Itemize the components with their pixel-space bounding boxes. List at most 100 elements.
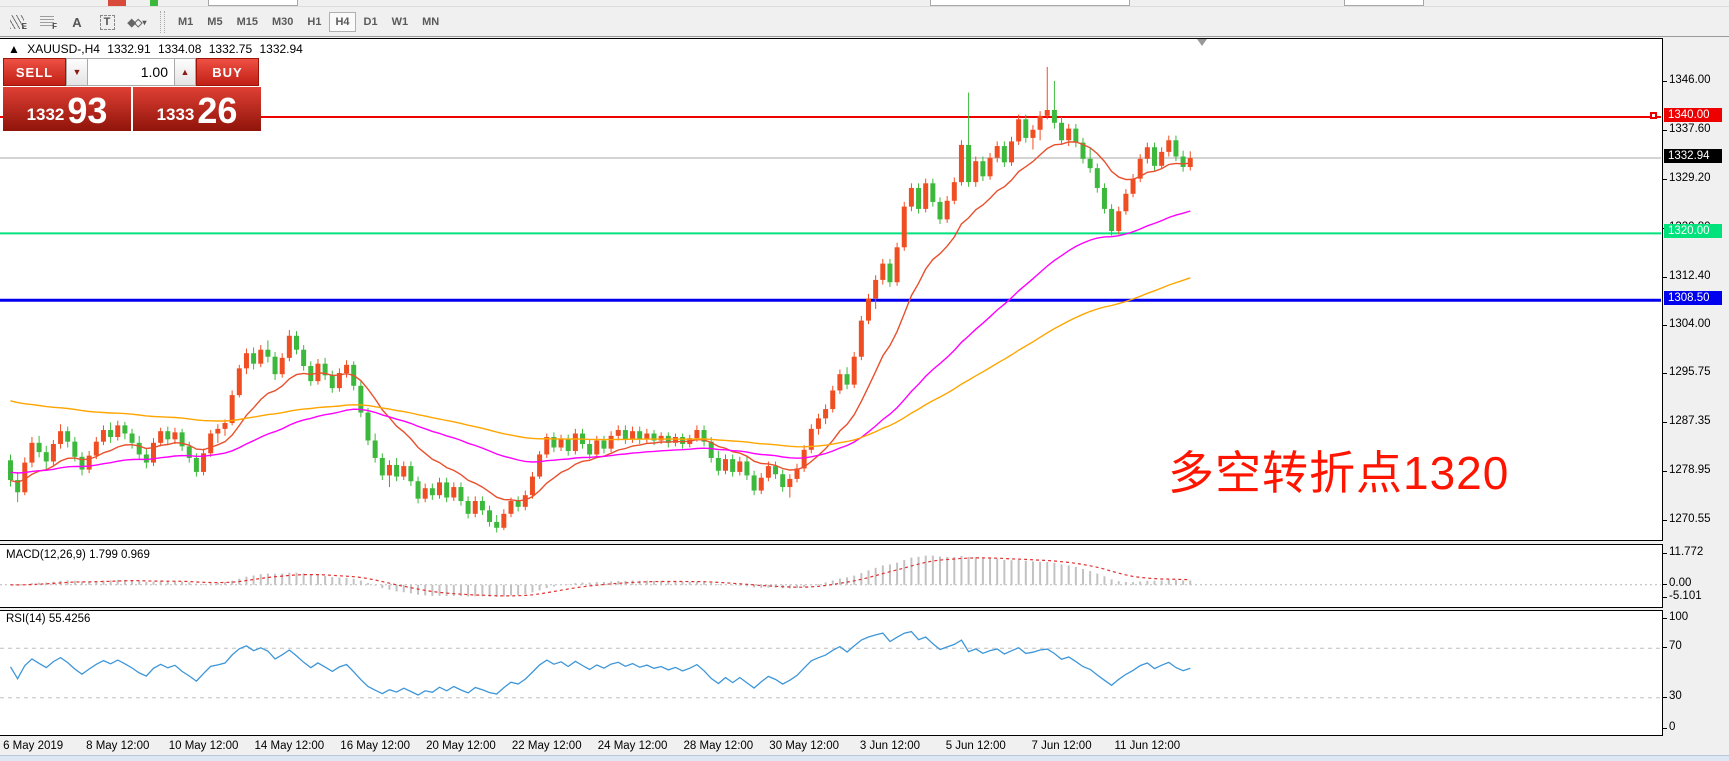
axis-tickmark	[1663, 520, 1667, 521]
volume-input[interactable]	[88, 58, 174, 86]
timeframe-bar: M1M5M15M30H1H4D1W1MN	[171, 12, 446, 32]
toolbar-box-sliver	[1344, 0, 1424, 6]
price-tag-1340.00: 1340.00	[1664, 108, 1722, 122]
axis-tickmark	[1663, 728, 1667, 729]
drawing-toolbar: E F A T ◆◇▾ M1M5M15M30H1H4D1W1MN	[0, 8, 1729, 37]
sell-chip-sliver	[150, 0, 158, 6]
rsi-pane[interactable]	[0, 610, 1663, 736]
rsi-tick-70: 70	[1669, 640, 1682, 652]
axis-tickmark	[1663, 373, 1667, 374]
open-value: 1332.91	[107, 42, 150, 56]
axis-tickmark	[1663, 130, 1667, 131]
arrows-icon[interactable]: ◆◇▾	[124, 11, 150, 33]
time-label-20-May-12-00: 20 May 12:00	[426, 740, 496, 752]
text-label-icon[interactable]: T	[94, 11, 120, 33]
price-tick-1312.40: 1312.40	[1669, 270, 1711, 282]
sell-price-big: 93	[67, 94, 107, 128]
bottom-strip	[0, 755, 1729, 761]
buy-chip-sliver	[108, 0, 126, 6]
axis-tickmark	[1663, 325, 1667, 326]
price-tick-1287.35: 1287.35	[1669, 415, 1711, 427]
macd-label: MACD(12,26,9) 1.799 0.969	[6, 549, 150, 561]
upper-toolbar-sliver	[0, 0, 1729, 7]
sell-price-display[interactable]: 1332 93	[3, 87, 133, 131]
macd-tick--5.101: -5.101	[1669, 590, 1702, 602]
rsi-tick-100: 100	[1669, 611, 1688, 623]
macd-tick-11.772: 11.772	[1669, 546, 1703, 558]
toolbar-separator	[160, 11, 165, 33]
time-label-11-Jun-12-00: 11 Jun 12:00	[1115, 740, 1181, 752]
timeframe-button-W1[interactable]: W1	[386, 12, 415, 32]
low-value: 1332.75	[209, 42, 252, 56]
rsi-label: RSI(14) 55.4256	[6, 613, 90, 625]
price-tick-1278.95: 1278.95	[1669, 464, 1711, 476]
time-label-28-May-12-00: 28 May 12:00	[684, 740, 754, 752]
current-price-tag: 1332.94	[1664, 149, 1722, 163]
time-label-3-Jun-12-00: 3 Jun 12:00	[860, 740, 920, 752]
price-tick-1329.20: 1329.20	[1669, 172, 1711, 184]
timeframe-button-M1[interactable]: M1	[172, 12, 199, 32]
axis-tickmark	[1663, 697, 1667, 698]
axis-tickmark	[1663, 597, 1667, 598]
time-label-6-May-2019: 6 May 2019	[3, 740, 63, 752]
time-axis[interactable]: 6 May 2019 8 May 12:00 10 May 12:00 14 May …	[0, 737, 1663, 755]
timeframe-button-D1[interactable]: D1	[358, 12, 384, 32]
chart-annotation-text: 多空转折点1320	[1168, 437, 1509, 503]
time-label-30-May-12-00: 30 May 12:00	[769, 740, 839, 752]
timeframe-button-M5[interactable]: M5	[201, 12, 228, 32]
sell-price-small: 1332	[27, 105, 65, 125]
macd-canvas[interactable]	[0, 545, 1661, 607]
axis-tickmark	[1663, 81, 1667, 82]
volume-increase-button[interactable]: ▲	[174, 58, 196, 86]
price-tick-1295.75: 1295.75	[1669, 366, 1711, 378]
volume-decrease-button[interactable]: ▼	[66, 58, 88, 86]
chart-ohlc-header: ▲ XAUUSD-,H4 1332.91 1334.08 1332.75 133…	[8, 42, 307, 56]
rsi-tick-30: 30	[1669, 690, 1682, 702]
axis-tickmark	[1663, 553, 1667, 554]
time-label-5-Jun-12-00: 5 Jun 12:00	[946, 740, 1006, 752]
high-value: 1334.08	[158, 42, 201, 56]
rsi-canvas[interactable]	[0, 611, 1661, 735]
timeframe-button-H4[interactable]: H4	[329, 12, 355, 32]
one-click-trading-panel: SELL ▼ ▲ BUY 1332 93 1333 26	[3, 58, 261, 131]
mt4-window: E F A T ◆◇▾ M1M5M15M30H1H4D1W1MN ▲ XAUUS…	[0, 0, 1729, 761]
time-label-22-May-12-00: 22 May 12:00	[512, 740, 582, 752]
symbol-timeframe: XAUUSD-,H4	[27, 42, 100, 56]
axis-tickmark	[1663, 179, 1667, 180]
axis-tickmark	[1663, 618, 1667, 619]
timeframe-button-H1[interactable]: H1	[301, 12, 327, 32]
sell-button[interactable]: SELL	[3, 58, 66, 86]
buy-button[interactable]: BUY	[196, 58, 259, 86]
axis-tickmark	[1663, 584, 1667, 585]
time-label-16-May-12-00: 16 May 12:00	[340, 740, 410, 752]
timeframe-button-M30[interactable]: M30	[266, 12, 299, 32]
fibo-expansion-icon[interactable]: E	[4, 11, 30, 33]
time-label-10-May-12-00: 10 May 12:00	[169, 740, 239, 752]
text-icon[interactable]: A	[64, 11, 90, 33]
price-tick-1304.00: 1304.00	[1669, 318, 1711, 330]
time-label-14-May-12-00: 14 May 12:00	[255, 740, 325, 752]
rsi-tick-0: 0	[1669, 721, 1675, 733]
chart-shift-marker-icon[interactable]	[1197, 39, 1207, 46]
price-tick-1337.60: 1337.60	[1669, 123, 1711, 135]
buy-price-big: 26	[197, 94, 237, 128]
price-tag-1308.50: 1308.50	[1664, 291, 1722, 305]
close-value: 1332.94	[259, 42, 302, 56]
hline-handle[interactable]	[1650, 112, 1657, 119]
fibo-retracement-icon[interactable]: F	[34, 11, 60, 33]
toolbar-box-sliver	[208, 0, 298, 6]
price-tick-1270.55: 1270.55	[1669, 513, 1711, 525]
buy-price-small: 1333	[157, 105, 195, 125]
macd-tick-0.00: 0.00	[1669, 577, 1691, 589]
price-tick-1346.00: 1346.00	[1669, 74, 1711, 86]
price-axis[interactable]: 1346.001337.601329.201320.801312.401304.…	[1663, 38, 1729, 736]
time-label-24-May-12-00: 24 May 12:00	[598, 740, 668, 752]
timeframe-button-MN[interactable]: MN	[416, 12, 445, 32]
macd-pane[interactable]	[0, 544, 1663, 608]
time-label-8-May-12-00: 8 May 12:00	[86, 740, 149, 752]
price-tag-1320.00: 1320.00	[1664, 224, 1722, 238]
buy-price-display[interactable]: 1333 26	[133, 87, 261, 131]
axis-tickmark	[1663, 471, 1667, 472]
toolbar-box-sliver	[930, 0, 1130, 6]
timeframe-button-M15[interactable]: M15	[231, 12, 264, 32]
